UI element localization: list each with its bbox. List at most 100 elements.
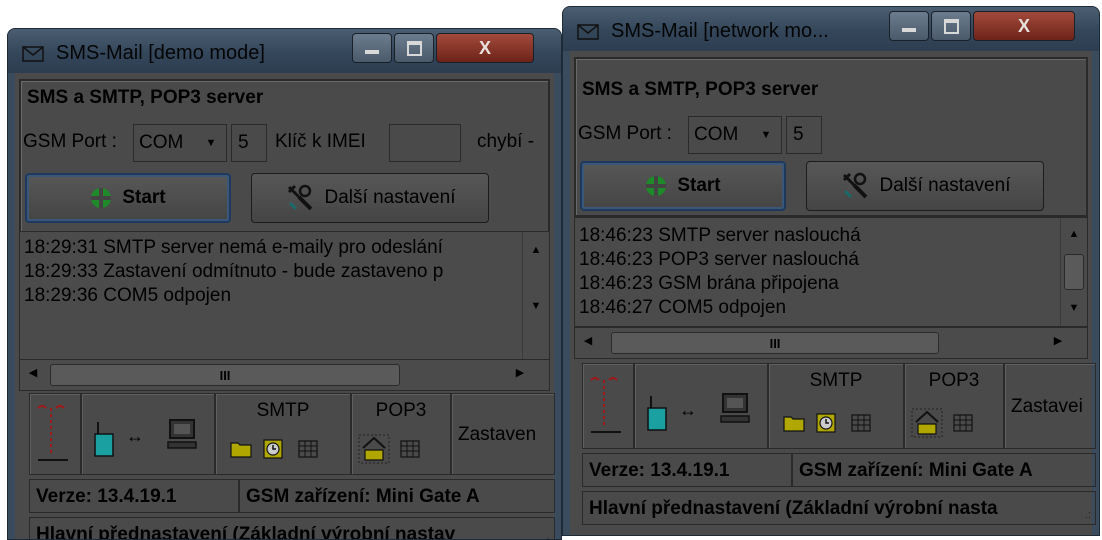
pop3-panel[interactable]: POP3 bbox=[904, 363, 1004, 449]
log-line: 18:46:23 GSM brána připojena bbox=[579, 273, 839, 294]
resize-grip-icon[interactable]: .: bbox=[544, 535, 550, 539]
close-button[interactable]: X bbox=[973, 11, 1075, 41]
device-text: GSM zařízení: Mini Gate A bbox=[246, 486, 480, 507]
maximize-icon bbox=[943, 18, 959, 34]
gsm-signal-panel[interactable] bbox=[29, 393, 81, 475]
folder-icon bbox=[783, 416, 805, 432]
resize-grip-icon[interactable]: .: bbox=[1085, 509, 1091, 521]
log-horizontal-scrollbar[interactable]: ◀ III ▶ bbox=[574, 327, 1088, 359]
close-icon: X bbox=[1017, 15, 1030, 36]
computer-icon bbox=[167, 419, 197, 449]
start-button[interactable]: Start bbox=[580, 161, 786, 211]
title-bar[interactable]: SMS-Mail [network mo... X bbox=[563, 7, 1099, 51]
log-line: 18:29:33 Zastavení odmítnuto - bude zast… bbox=[24, 261, 444, 282]
version-status: Verze: 13.4.19.1 bbox=[29, 479, 239, 513]
log-horizontal-scrollbar[interactable]: ◀ III ▶ bbox=[19, 359, 550, 391]
imei-field[interactable] bbox=[389, 124, 461, 162]
scroll-right-icon[interactable]: ▶ bbox=[1049, 334, 1067, 347]
preset-text: Hlavní přednastavení (Základní výrobní n… bbox=[36, 524, 456, 540]
server-group: SMS a SMTP, POP3 server GSM Port : COM ▼… bbox=[19, 79, 550, 233]
scroll-down-icon[interactable]: ▼ bbox=[523, 296, 549, 316]
server-group: SMS a SMTP, POP3 server GSM Port : COM ▼… bbox=[574, 57, 1088, 217]
home-icon bbox=[358, 434, 390, 464]
transfer-arrows-icon: ↔ bbox=[126, 426, 144, 446]
scroll-up-icon[interactable]: ▲ bbox=[523, 240, 549, 260]
close-button[interactable]: X bbox=[436, 33, 534, 63]
port-type-select[interactable]: COM ▼ bbox=[688, 116, 782, 154]
chevron-down-icon[interactable]: ▼ bbox=[755, 121, 777, 149]
log-list[interactable]: 18:29:31 SMTP server nemá e-maily pro od… bbox=[19, 231, 550, 360]
more-settings-button[interactable]: Další nastavení bbox=[806, 161, 1044, 211]
port-type-select[interactable]: COM ▼ bbox=[133, 124, 227, 162]
minimize-icon bbox=[365, 50, 379, 54]
scroll-thumb-grip: III bbox=[769, 335, 781, 351]
port-number-field[interactable]: 5 bbox=[231, 124, 267, 162]
minimize-button[interactable] bbox=[352, 33, 392, 63]
pop3-panel[interactable]: POP3 bbox=[351, 393, 451, 475]
horizontal-scroll-thumb[interactable]: III bbox=[50, 364, 400, 386]
scroll-left-icon[interactable]: ◀ bbox=[24, 366, 42, 379]
smtp-panel[interactable]: SMTP bbox=[215, 393, 351, 475]
log-line: 18:46:23 POP3 server naslouchá bbox=[579, 249, 859, 270]
window-content: SMS a SMTP, POP3 server GSM Port : COM ▼… bbox=[15, 73, 555, 540]
stopped-panel[interactable]: Zastaven bbox=[451, 393, 555, 475]
chevron-down-icon[interactable]: ▼ bbox=[200, 129, 222, 157]
envelope-icon bbox=[577, 24, 599, 40]
maximize-icon bbox=[406, 40, 422, 56]
pop3-label: POP3 bbox=[375, 400, 427, 421]
pop3-label: POP3 bbox=[928, 370, 980, 391]
title-bar[interactable]: SMS-Mail [demo mode] X bbox=[8, 29, 561, 73]
preset-status: Hlavní přednastavení (Základní výrobní n… bbox=[29, 517, 555, 540]
computer-icon bbox=[720, 393, 750, 423]
modem-icon bbox=[94, 422, 114, 457]
window-title: SMS-Mail [demo mode] bbox=[56, 42, 265, 64]
imei-label: Klíč k IMEI bbox=[275, 131, 366, 152]
log-list[interactable]: 18:46:23 SMTP server naslouchá 18:46:23 … bbox=[574, 217, 1088, 327]
modem-connection-panel[interactable]: ↔ bbox=[81, 393, 215, 475]
port-number-field[interactable]: 5 bbox=[786, 116, 822, 154]
window-frame-left bbox=[8, 73, 15, 539]
scroll-up-icon[interactable]: ▲ bbox=[1061, 224, 1087, 244]
device-text: GSM zařízení: Mini Gate A bbox=[799, 460, 1033, 481]
more-settings-label: Další nastavení bbox=[879, 175, 1011, 196]
gsm-port-label: GSM Port : bbox=[23, 131, 117, 152]
log-line: 18:46:23 SMTP server naslouchá bbox=[579, 225, 861, 246]
window-frame-right bbox=[554, 73, 561, 539]
clock-icon bbox=[263, 439, 283, 459]
log-vertical-scrollbar[interactable]: ▲ ▼ bbox=[1060, 218, 1087, 326]
close-icon: X bbox=[478, 37, 491, 58]
more-settings-label: Další nastavení bbox=[324, 187, 456, 208]
folder-icon bbox=[230, 442, 252, 458]
scroll-right-icon[interactable]: ▶ bbox=[511, 366, 529, 379]
grid-icon bbox=[851, 414, 871, 432]
vertical-scroll-thumb[interactable] bbox=[1064, 254, 1084, 290]
missing-key-text: chybí - bbox=[477, 131, 535, 152]
smtp-label: SMTP bbox=[809, 370, 863, 391]
maximize-button[interactable] bbox=[931, 11, 971, 41]
log-lines: 18:29:31 SMTP server nemá e-maily pro od… bbox=[24, 236, 521, 359]
version-text: Verze: 13.4.19.1 bbox=[36, 486, 177, 507]
start-label: Start bbox=[677, 175, 721, 196]
device-status: GSM zařízení: Mini Gate A bbox=[792, 453, 1096, 487]
signal-icon bbox=[37, 405, 68, 461]
device-status: GSM zařízení: Mini Gate A bbox=[239, 479, 555, 513]
modem-connection-panel[interactable]: ↔ bbox=[634, 363, 768, 449]
start-button[interactable]: Start bbox=[25, 173, 231, 223]
minimize-icon bbox=[902, 28, 916, 32]
window-content: SMS a SMTP, POP3 server GSM Port : COM ▼… bbox=[570, 51, 1096, 535]
signal-icon bbox=[590, 377, 621, 433]
more-settings-button[interactable]: Další nastavení bbox=[251, 173, 489, 223]
port-type-value: COM bbox=[139, 132, 184, 153]
stopped-panel[interactable]: Zastavei bbox=[1004, 363, 1096, 449]
scroll-left-icon[interactable]: ◀ bbox=[579, 334, 597, 347]
port-type-value: COM bbox=[694, 124, 739, 145]
maximize-button[interactable] bbox=[394, 33, 434, 63]
green-cross-icon bbox=[646, 176, 667, 196]
log-vertical-scrollbar[interactable]: ▲ ▼ bbox=[522, 232, 549, 359]
gsm-signal-panel[interactable] bbox=[582, 363, 634, 449]
minimize-button[interactable] bbox=[889, 11, 929, 41]
smtp-label: SMTP bbox=[256, 400, 310, 421]
smtp-panel[interactable]: SMTP bbox=[768, 363, 904, 449]
scroll-down-icon[interactable]: ▼ bbox=[1061, 298, 1087, 318]
horizontal-scroll-thumb[interactable]: III bbox=[611, 332, 939, 354]
